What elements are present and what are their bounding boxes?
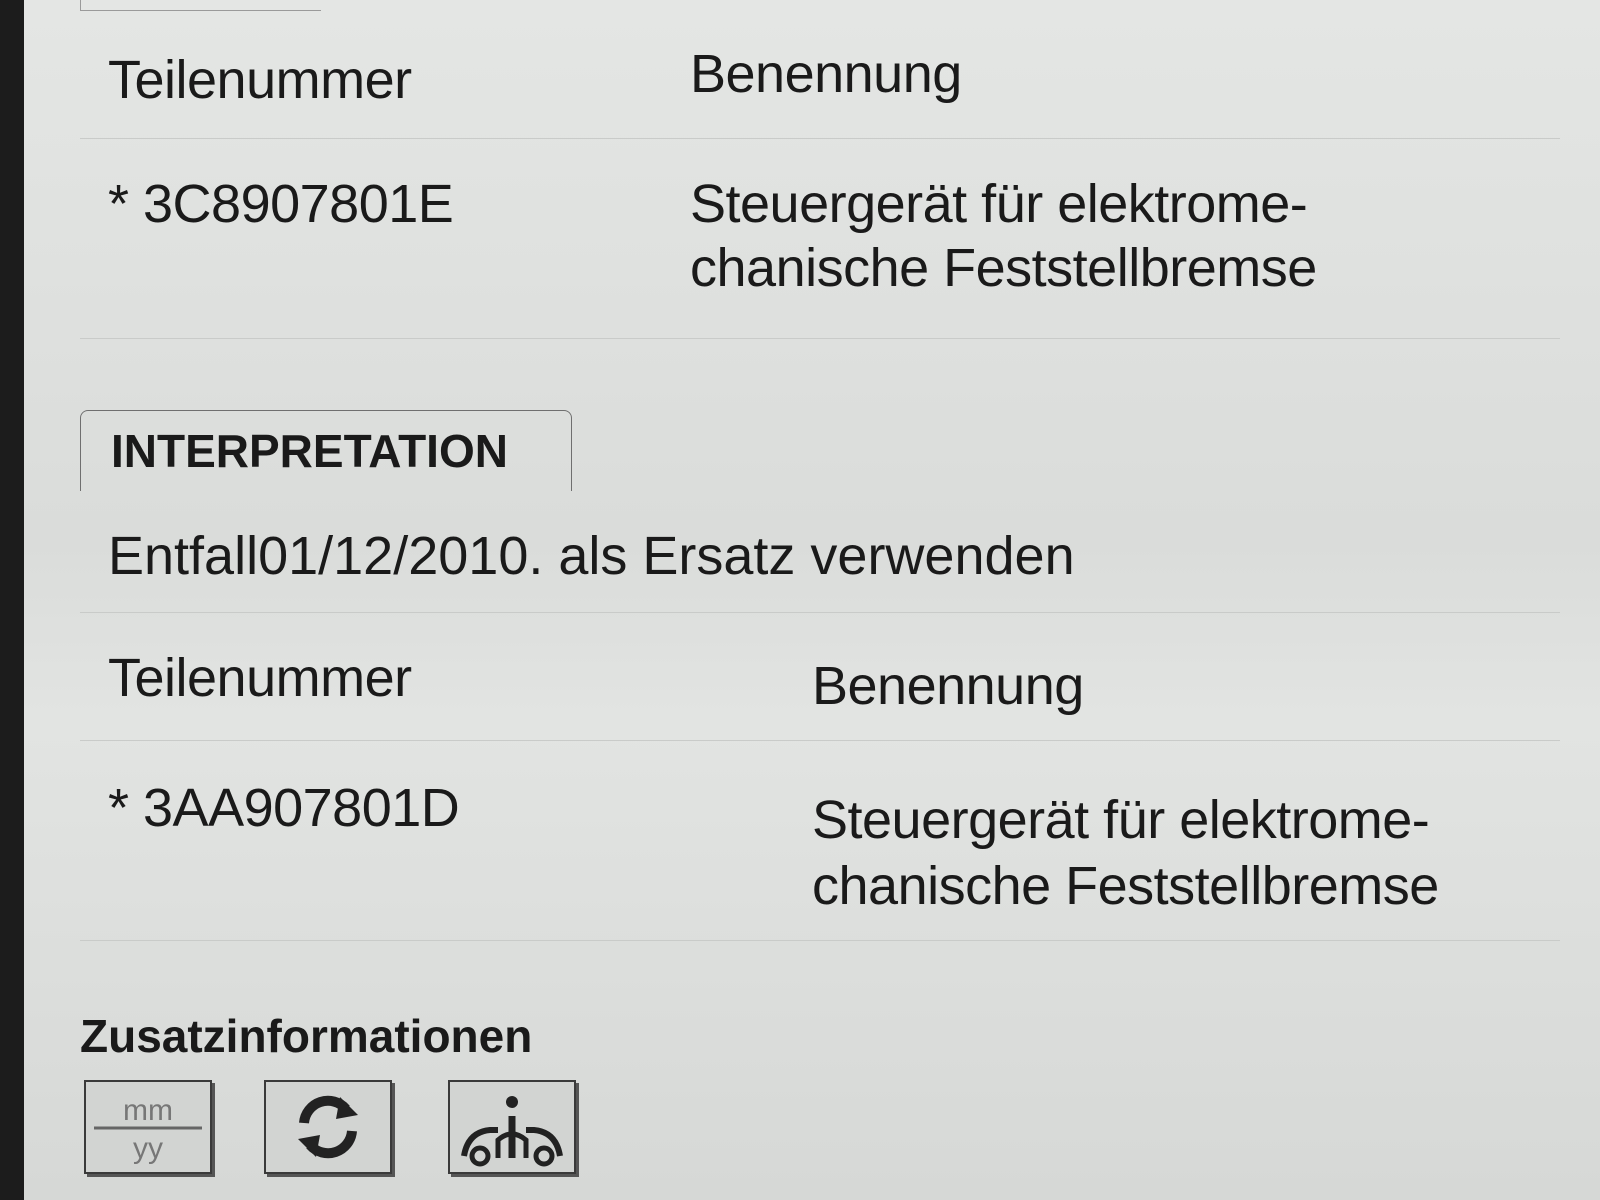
table2-name-line2: chanische Feststellbremse	[812, 856, 1439, 916]
table1-header-part-number: Teilenummer	[108, 50, 412, 110]
tab-interpretation[interactable]: INTERPRETATION	[80, 410, 572, 491]
additional-info-title: Zusatzinformationen	[80, 1010, 533, 1062]
table1-header-name: Benennung	[690, 44, 962, 104]
table1-row[interactable]: * 3C8907801E Steuergerät für elektrome- …	[80, 138, 1560, 339]
table1-header-row: Teilenummer Benennung	[80, 30, 1560, 139]
vehicle-info-button[interactable]	[448, 1080, 576, 1174]
table2-header-part-number: Teilenummer	[108, 648, 412, 708]
tab-interpretation-label: INTERPRETATION	[111, 425, 508, 477]
vehicle-person-icon	[461, 1096, 563, 1167]
date-mm-yy-icon: mm yy	[94, 1094, 202, 1165]
table2-header-row: Teilenummer Benennung	[80, 612, 1560, 741]
date-icon-mm: mm	[123, 1094, 173, 1127]
table2-row[interactable]: * 3AA907801D Steuergerät für elektrome- …	[80, 740, 1560, 941]
table2-name-line1: Steuergerät für elektrome-	[812, 790, 1430, 850]
refresh-button[interactable]	[264, 1080, 392, 1174]
interpretation-text: Entfall01/12/2010. als Ersatz verwenden	[108, 526, 1075, 586]
table1-name-line2: chanische Feststellbremse	[690, 238, 1317, 298]
refresh-icon	[298, 1095, 358, 1159]
table1-part-number: * 3C8907801E	[108, 174, 454, 234]
date-button[interactable]: mm yy	[84, 1080, 212, 1174]
date-icon-yy: yy	[133, 1132, 163, 1165]
table2-part-number: * 3AA907801D	[108, 778, 460, 838]
table2-header-name: Benennung	[812, 656, 1084, 716]
table1-name-line1: Steuergerät für elektrome-	[690, 174, 1308, 234]
parts-info-screen: Teilenummer Benennung * 3C8907801E Steue…	[24, 0, 1600, 1200]
